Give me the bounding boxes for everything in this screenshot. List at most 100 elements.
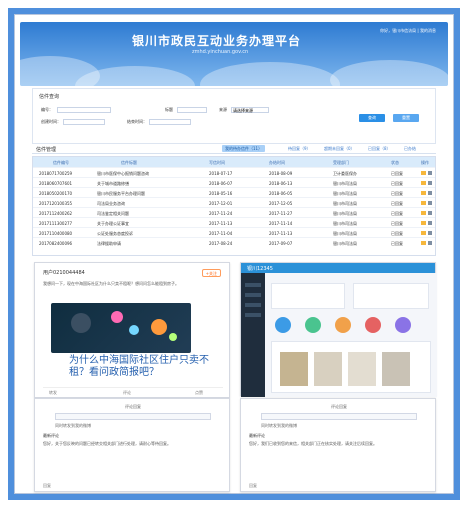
table-cell[interactable] xyxy=(421,201,432,206)
site-subtitle: zmhd.yinchuan.gov.cn xyxy=(192,49,249,55)
table-cell: 2017-11-14 xyxy=(269,221,293,226)
folder-icon[interactable] xyxy=(421,171,426,175)
sidebar-item[interactable] xyxy=(245,303,261,307)
table-cell: 2018-06-07 xyxy=(209,181,233,186)
comment-button[interactable]: 评论 xyxy=(123,390,131,396)
comment-input-2[interactable] xyxy=(261,413,417,420)
edit-icon[interactable] xyxy=(428,201,432,205)
folder-icon[interactable] xyxy=(421,241,426,245)
tab-replied[interactable]: 已回复（8） xyxy=(368,145,391,152)
table-row[interactable]: 2017111300277 关于办理公证事宜 2017-11-13 2017-11-1… xyxy=(33,217,435,227)
document-card xyxy=(271,341,431,393)
edit-icon[interactable] xyxy=(428,171,432,175)
tab-awaiting[interactable]: 待回复（9） xyxy=(288,145,311,152)
query-button[interactable]: 查询 xyxy=(359,114,385,122)
edit-icon[interactable] xyxy=(428,191,432,195)
sidebar-item[interactable] xyxy=(245,293,261,297)
comment-text-1: 您好，关于您反映的问题已经转交相关部门进行处理，请耐心等待回复。 xyxy=(43,441,171,446)
post-footer: 转发 评论 点赞 xyxy=(43,387,223,397)
folder-icon[interactable] xyxy=(421,231,426,235)
letters-table: 信件编号 信件标题 写信时间 办结时间 受理部门 状态 操作 201807170… xyxy=(32,156,436,256)
table-row[interactable]: 2017120100355 司法局业务咨询 2017-12-01 2017-12-05… xyxy=(33,197,435,207)
info-card xyxy=(353,283,429,309)
table-header: 信件编号 信件标题 写信时间 办结时间 受理部门 状态 操作 xyxy=(33,157,435,167)
top-links[interactable]: 你好，银川市信访局 | 我的消息 xyxy=(380,28,436,34)
edit-icon[interactable] xyxy=(428,241,432,245)
folder-icon[interactable] xyxy=(421,191,426,195)
sidebar-item[interactable] xyxy=(245,283,261,287)
comment-card-1: 评论回复 同时转发到我的微博 最新评论 您好，关于您反映的问题已经转交相关部门进… xyxy=(34,398,230,492)
header-title: 信件标题 xyxy=(121,160,137,165)
table-cell: 2017-11-27 xyxy=(269,211,293,216)
comment-input-1[interactable] xyxy=(55,413,211,420)
table-cell: 法律援助申请 xyxy=(97,241,121,246)
stat-circle xyxy=(335,317,351,333)
table-row[interactable]: 2018050200170 银川市民服务平台办理问题 2018-05-16 2018-… xyxy=(33,187,435,197)
table-cell[interactable] xyxy=(421,231,432,236)
repost-checkbox-2[interactable]: 同时转发到我的微博 xyxy=(261,423,297,429)
repost-checkbox-1[interactable]: 同时转发到我的微博 xyxy=(55,423,91,429)
repost-button[interactable]: 转发 xyxy=(49,390,57,396)
table-cell: 2018-06-05 xyxy=(269,191,293,196)
table-row[interactable]: 2018071700259 银川市医保中心报销问题咨询 2018-07-17 2018… xyxy=(33,167,435,177)
tab-overdue[interactable]: 超期未回复（0） xyxy=(324,145,355,152)
source-select[interactable]: 请选择来源 xyxy=(231,107,269,113)
follow-button[interactable]: +关注 xyxy=(201,269,221,277)
post-question[interactable]: 为什么中海国际社区住户只卖不租？看问政简报吧？ xyxy=(69,355,219,379)
admin-content xyxy=(265,273,437,397)
table-cell: 2018-05-16 xyxy=(209,191,233,196)
table-cell: 2017-11-04 xyxy=(209,231,233,236)
sidebar-item[interactable] xyxy=(245,313,261,317)
header-number: 信件编号 xyxy=(53,160,69,165)
folder-icon[interactable] xyxy=(421,201,426,205)
edit-icon[interactable] xyxy=(428,181,432,185)
tab-finished[interactable]: 已办结 xyxy=(404,145,416,152)
field-label-ended: 结束时间： xyxy=(127,119,147,124)
table-row[interactable]: 2017110400080 公证处服务态度投诉 2017-11-04 2017-11-… xyxy=(33,227,435,237)
tab-pending[interactable]: 我的待办信件（11） xyxy=(222,145,266,152)
table-cell: 2017-11-13 xyxy=(269,231,293,236)
edit-icon[interactable] xyxy=(428,221,432,225)
table-cell[interactable] xyxy=(421,191,432,196)
edit-icon[interactable] xyxy=(428,231,432,235)
latest-comments-title-2: 最新评论 xyxy=(249,433,265,438)
tab-bar: 信件管理 我的待办信件（11） 待回复（9） 超期未回复（0） 已回复（8） 已… xyxy=(32,144,436,154)
table-cell[interactable] xyxy=(421,171,432,176)
edit-icon[interactable] xyxy=(428,211,432,215)
table-cell[interactable] xyxy=(421,241,432,246)
header-status: 状态 xyxy=(391,160,399,165)
table-cell: 已回复 xyxy=(391,241,403,246)
post-image xyxy=(51,303,191,353)
created-input[interactable] xyxy=(63,119,105,125)
table-cell: 2017-08-24 xyxy=(209,241,233,246)
folder-icon[interactable] xyxy=(421,221,426,225)
table-cell[interactable] xyxy=(421,221,432,226)
stat-circle xyxy=(365,317,381,333)
table-cell: 2017082400096 xyxy=(39,241,73,246)
table-row[interactable]: 2018060707601 关于城市道路修缮 2018-06-07 2018-06-1… xyxy=(33,177,435,187)
title-select[interactable] xyxy=(177,107,207,113)
table-cell[interactable] xyxy=(421,211,432,216)
folder-icon[interactable] xyxy=(421,211,426,215)
table-cell: 2018071700259 xyxy=(39,171,73,176)
reply-button-1[interactable]: 回复 xyxy=(43,483,223,491)
reset-button[interactable]: 重置 xyxy=(393,114,419,122)
reply-button-2[interactable]: 回复 xyxy=(249,483,429,491)
folder-icon[interactable] xyxy=(421,181,426,185)
table-row[interactable]: 2017082400096 法律援助申请 2017-08-24 2017-09-07 银… xyxy=(33,237,435,247)
field-label-title: 标题 xyxy=(165,107,173,112)
like-button[interactable]: 点赞 xyxy=(195,390,203,396)
letters-section-title: 信件管理 xyxy=(36,147,57,153)
admin-title: 银川12345 xyxy=(247,266,273,272)
info-card xyxy=(271,283,345,309)
table-cell: 2018-08-09 xyxy=(269,171,293,176)
site-title: 银川市政民互动业务办理平台 xyxy=(132,34,302,48)
table-cell[interactable] xyxy=(421,181,432,186)
header-date: 写信时间 xyxy=(209,160,225,165)
number-input[interactable] xyxy=(57,107,111,113)
table-cell: 2017120100355 xyxy=(39,201,73,206)
ended-input[interactable] xyxy=(149,119,191,125)
post-card: 用户0210044484 +关注 我想问一下，现在中海国际社区为什么只卖不租呢？… xyxy=(34,262,230,398)
table-row[interactable]: 2017112400262 司法鉴定相关问题 2017-11-24 2017-11-2… xyxy=(33,207,435,217)
admin-sidebar xyxy=(241,273,265,397)
